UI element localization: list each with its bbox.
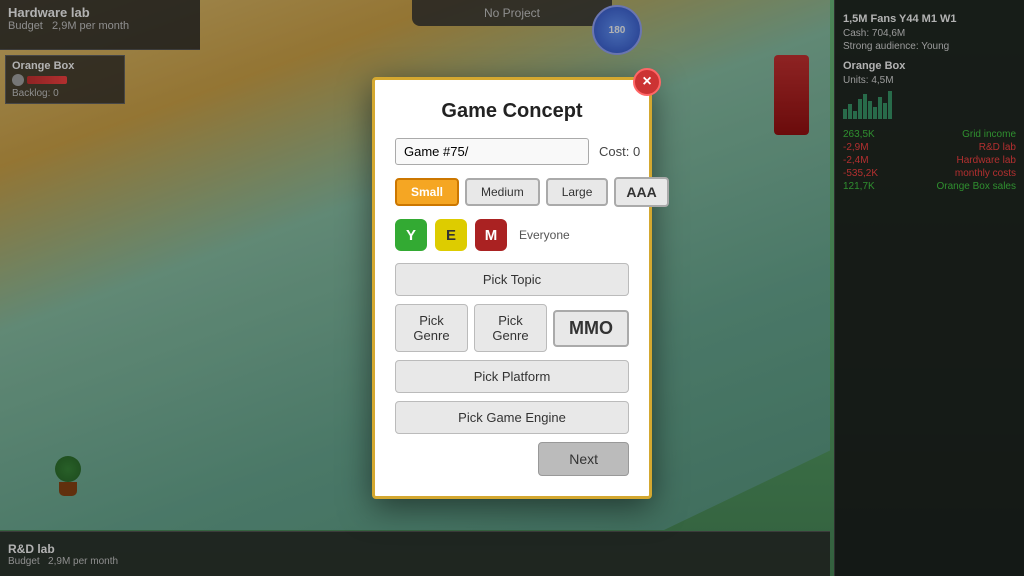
game-concept-modal: × Game Concept Cost: 0 Small Medium Larg… — [372, 77, 652, 499]
mmo-button[interactable]: MMO — [553, 310, 629, 347]
rating-y-badge[interactable]: Y — [395, 219, 427, 251]
rating-m-badge[interactable]: M — [475, 219, 507, 251]
next-row: Next — [395, 442, 629, 476]
pick-platform-button[interactable]: Pick Platform — [395, 360, 629, 393]
genre-row: Pick Genre Pick Genre MMO — [395, 304, 629, 352]
medium-size-button[interactable]: Medium — [465, 178, 540, 206]
game-name-input[interactable] — [395, 138, 589, 165]
next-button[interactable]: Next — [538, 442, 629, 476]
size-row: Small Medium Large AAA — [395, 177, 629, 207]
rating-row: Y E M Everyone — [395, 219, 629, 251]
name-row: Cost: 0 — [395, 138, 629, 165]
pick-engine-button[interactable]: Pick Game Engine — [395, 401, 629, 434]
cost-label: Cost: 0 — [599, 144, 640, 159]
pick-genre-1-button[interactable]: Pick Genre — [395, 304, 468, 352]
modal-title: Game Concept — [395, 100, 629, 123]
small-size-button[interactable]: Small — [395, 178, 459, 206]
pick-topic-button[interactable]: Pick Topic — [395, 263, 629, 296]
aaa-button[interactable]: AAA — [614, 177, 668, 207]
pick-genre-2-button[interactable]: Pick Genre — [474, 304, 547, 352]
rating-e-badge[interactable]: E — [435, 219, 467, 251]
rating-audience-label: Everyone — [519, 228, 570, 242]
modal-overlay: × Game Concept Cost: 0 Small Medium Larg… — [0, 0, 1024, 576]
close-button[interactable]: × — [633, 68, 661, 96]
large-size-button[interactable]: Large — [546, 178, 609, 206]
